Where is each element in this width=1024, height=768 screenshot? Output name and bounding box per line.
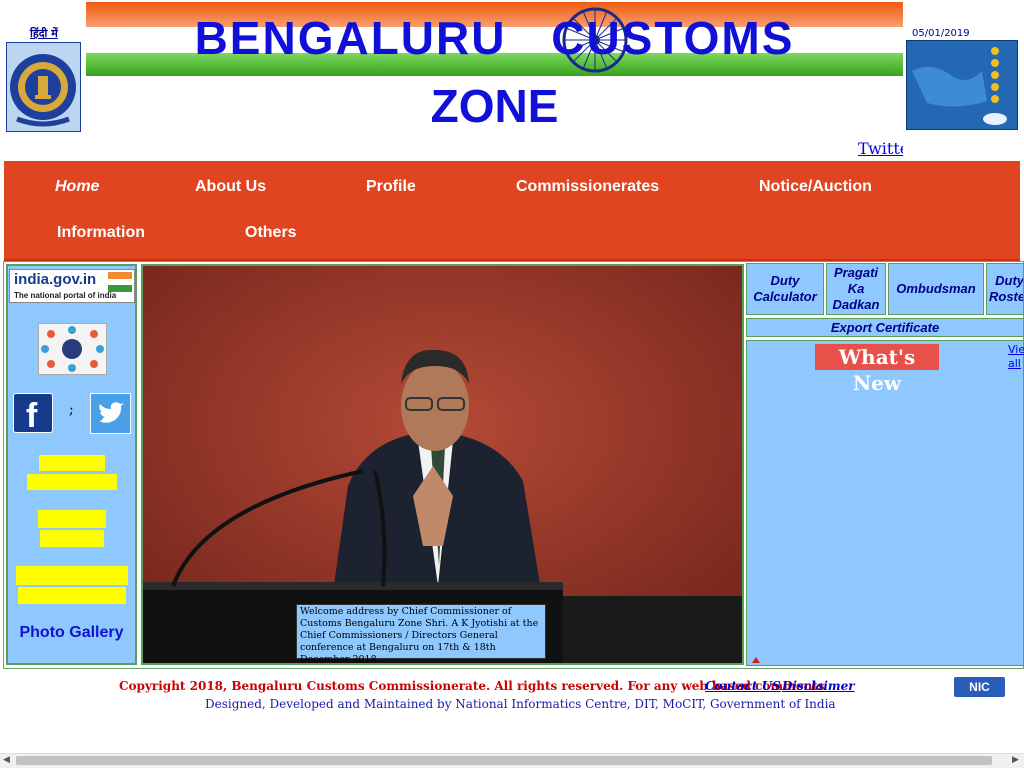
nav-commissionerates[interactable]: Commissionerates <box>516 178 659 196</box>
highlight-link-3b[interactable] <box>18 587 126 604</box>
main-navigation: Home About Us Profile Commissionerates N… <box>4 161 1020 261</box>
disclaimer-link[interactable]: Disclaimer <box>782 679 855 693</box>
duty-calculator-link[interactable]: Duty Calculator <box>746 263 824 315</box>
nav-notice-auction[interactable]: Notice/Auction <box>759 178 872 196</box>
duty-roster-link[interactable]: Duty Roster <box>986 263 1024 315</box>
ombudsman-link[interactable]: Ombudsman <box>888 263 984 315</box>
svg-text:f: f <box>26 397 38 432</box>
view-all-link[interactable]: View all <box>1008 343 1024 371</box>
highlight-link-1b[interactable] <box>27 474 117 490</box>
contact-us-link[interactable]: Contact US <box>705 679 781 693</box>
nav-profile[interactable]: Profile <box>366 178 416 196</box>
pragati-ka-dadkan-link[interactable]: Pragati Ka Dadkan <box>826 263 886 315</box>
twitter-link[interactable]: Twitter <box>858 139 903 158</box>
highlight-link-3a[interactable] <box>16 566 128 585</box>
nav-about-us[interactable]: About Us <box>195 178 266 196</box>
site-title-line1: BENGALURU CUSTOMS <box>194 12 795 64</box>
photo-caption: Welcome address by Chief Commissioner of… <box>296 604 546 665</box>
export-certificate-link[interactable]: Export Certificate <box>746 318 1024 337</box>
nav-home[interactable]: Home <box>55 178 99 196</box>
infographic-banner[interactable] <box>38 323 107 375</box>
customs-emblem-logo <box>6 42 81 132</box>
social-separator: ; <box>69 402 74 418</box>
india-gov-subtitle: The national portal of india <box>14 291 117 300</box>
smart-borders-banner[interactable] <box>906 40 1018 130</box>
nav-others[interactable]: Others <box>245 224 297 242</box>
highlight-link-2b[interactable] <box>40 530 104 547</box>
hindi-language-link[interactable]: हिंदी में <box>30 26 58 41</box>
india-gov-title: india.gov.in <box>14 271 97 288</box>
scroll-right-icon[interactable]: ▶ <box>1012 755 1019 765</box>
highlight-link-1a[interactable] <box>39 455 105 471</box>
whats-new-heading: What's New <box>815 344 939 395</box>
scroll-up-icon[interactable] <box>752 657 760 663</box>
flag-icon <box>108 272 132 292</box>
twitter-icon[interactable] <box>90 393 131 434</box>
nav-information[interactable]: Information <box>57 224 145 242</box>
highlight-link-2a[interactable] <box>38 510 106 528</box>
photo-gallery-link[interactable]: Photo Gallery <box>8 624 135 642</box>
designed-by-text: Designed, Developed and Maintained by Na… <box>205 697 836 711</box>
site-title-line2: ZONE <box>430 80 559 132</box>
scrollbar-thumb[interactable] <box>16 756 992 765</box>
nic-logo[interactable]: NIC <box>954 677 1005 697</box>
facebook-icon[interactable]: f <box>13 393 53 435</box>
scroll-left-icon[interactable]: ◀ <box>3 755 10 765</box>
india-gov-banner[interactable]: india.gov.in The national portal of indi… <box>9 269 135 303</box>
